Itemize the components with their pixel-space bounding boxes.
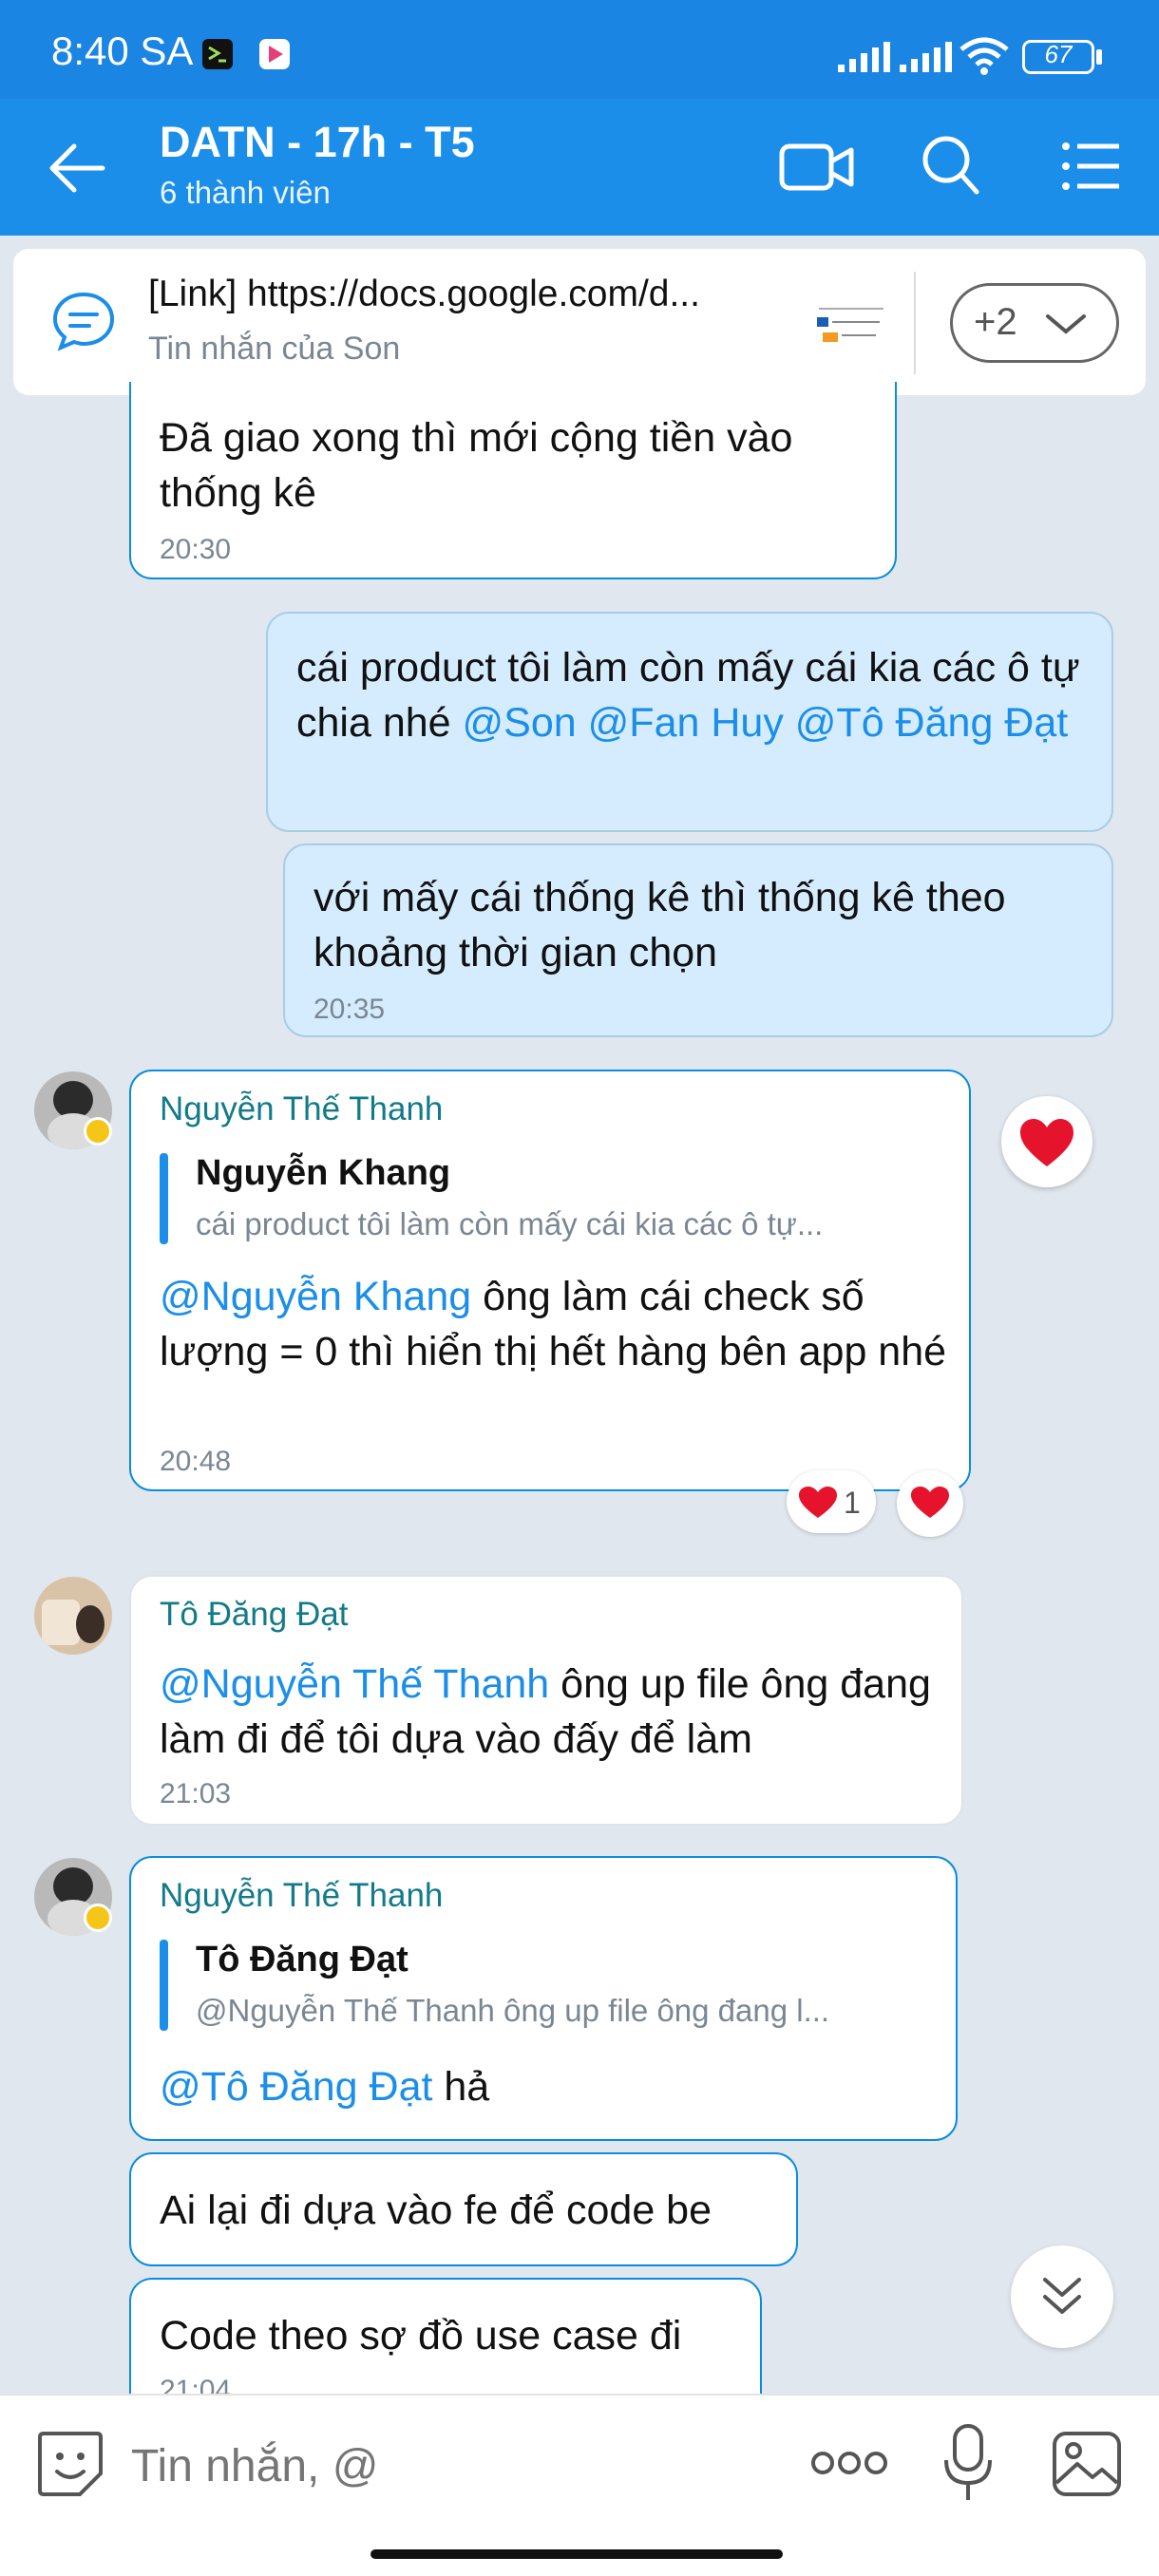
divider [914, 272, 916, 374]
quote-text: cái product tôi làm còn mấy cái kia các … [196, 1206, 824, 1241]
quote-bar [160, 1940, 168, 2031]
message-bubble[interactable]: Nguyễn Thế Thanh Tô Đăng Đạt @Nguyễn Thế… [129, 1856, 958, 2141]
battery-tip [1096, 49, 1102, 65]
mention[interactable]: @Tô Đăng Đạt [795, 700, 1068, 746]
message-text: cái product tôi làm còn mấy cái kia các … [296, 645, 1080, 746]
list-menu-icon[interactable] [1060, 141, 1121, 192]
chat-title[interactable]: DATN - 17h - T5 [160, 118, 475, 167]
sender-name[interactable]: Tô Đăng Đạt [160, 1596, 348, 1634]
chevron-down-icon [1046, 314, 1086, 334]
status-time: 8:40 SA [51, 28, 194, 73]
message-text: @Nguyễn Khang ông làm cái check số lượng… [160, 1274, 947, 1374]
pinned-subtitle: Tin nhắn của Son [148, 331, 401, 367]
message-bubble[interactable]: Tô Đăng Đạt @Nguyễn Thế Thanh ông up fil… [129, 1575, 963, 1826]
image-icon[interactable] [1051, 2430, 1123, 2498]
pinned-message-bar[interactable]: [Link] https://docs.google.com/d... Tin … [13, 249, 1146, 395]
quote-text: @Nguyễn Thế Thanh ông up file ông đang l… [196, 1993, 830, 2028]
reaction-count: 1 [844, 1486, 861, 1520]
message-bubble[interactable]: Ai lại đi dựa vào fe để code be [129, 2152, 798, 2266]
message-text: Ai lại đi dựa vào fe để code be [160, 2188, 712, 2233]
composer-bar [0, 2394, 1159, 2576]
quote-author: Nguyễn Khang [196, 1153, 451, 1193]
wifi-icon [960, 37, 1009, 75]
member-count[interactable]: 6 thành viên [160, 175, 331, 211]
status-bar: 8:40 SA 67 [0, 0, 1159, 99]
mention[interactable]: @Son [463, 700, 577, 746]
double-chevron-down-icon [1043, 2278, 1081, 2314]
app-notification-icon [202, 39, 233, 69]
message-bubble[interactable]: Đã giao xong thì mới cộng tiền vào thống… [129, 382, 897, 579]
link-thumbnail [813, 291, 889, 353]
sender-name[interactable]: Nguyễn Thế Thanh [160, 1877, 443, 1915]
message-text: với mấy cái thống kê thì thống kê theo k… [314, 875, 1006, 975]
sender-name[interactable]: Nguyễn Thế Thanh [160, 1090, 443, 1128]
back-arrow-icon[interactable] [48, 142, 106, 194]
message-time: 21:03 [160, 1778, 232, 1809]
quote-author: Tô Đăng Đạt [196, 1940, 408, 1979]
react-button[interactable] [897, 1470, 963, 1537]
mention[interactable]: @Nguyễn Khang [160, 1274, 471, 1319]
reaction-button[interactable] [1001, 1096, 1092, 1187]
message-bubble[interactable]: Code theo sợ đồ use case đi 21:04 [129, 2278, 762, 2411]
pinned-title: [Link] https://docs.google.com/d... [148, 274, 700, 314]
mention[interactable]: @Nguyễn Thế Thanh [160, 1661, 549, 1707]
more-pinned-button[interactable]: +2 [950, 283, 1119, 363]
message-text: @Tô Đăng Đạt hả [160, 2064, 490, 2110]
scroll-to-bottom-button[interactable] [1011, 2245, 1113, 2348]
home-indicator[interactable] [370, 2549, 783, 2559]
message-time: 20:30 [160, 534, 232, 565]
key-badge-icon [84, 1117, 112, 1146]
search-icon[interactable] [922, 135, 980, 198]
chat-bubble-icon [52, 292, 115, 351]
reaction-summary[interactable]: 1 [787, 1470, 876, 1533]
message-bubble[interactable]: Nguyễn Thế Thanh Nguyễn Khang cái produc… [129, 1070, 971, 1491]
divider [0, 2394, 1159, 2396]
quote-bar [160, 1153, 168, 1244]
message-input[interactable] [129, 2432, 775, 2500]
heart-icon [911, 1487, 949, 1518]
battery-level: 67 [1044, 40, 1073, 68]
more-dots-icon[interactable] [809, 2449, 889, 2477]
avatar[interactable] [34, 1577, 112, 1655]
message-time: 20:48 [160, 1446, 232, 1477]
more-pinned-count: +2 [974, 301, 1017, 343]
message-text: Code theo sợ đồ use case đi [160, 2313, 682, 2358]
message-bubble-mine[interactable]: với mấy cái thống kê thì thống kê theo k… [283, 843, 1113, 1037]
message-text: @Nguyễn Thế Thanh ông up file ông đang l… [160, 1661, 931, 1762]
play-notification-icon [259, 39, 290, 69]
mention[interactable]: @Tô Đăng Đạt [160, 2064, 432, 2110]
mention[interactable]: @Fan Huy [588, 700, 784, 746]
message-bubble-mine[interactable]: cái product tôi làm còn mấy cái kia các … [266, 612, 1113, 832]
heart-icon [799, 1487, 837, 1518]
sticker-icon[interactable] [36, 2430, 104, 2498]
message-time: 20:35 [314, 994, 386, 1025]
signal-icon [900, 42, 952, 72]
signal-icon [838, 42, 890, 72]
video-call-icon[interactable] [779, 137, 855, 198]
heart-icon [1020, 1119, 1074, 1166]
battery-icon: 67 [1022, 40, 1094, 74]
microphone-icon[interactable] [940, 2422, 996, 2504]
key-badge-icon [84, 1904, 112, 1932]
message-text: Đã giao xong thì mới cộng tiền vào thống… [160, 415, 793, 516]
chat-header: DATN - 17h - T5 6 thành viên [0, 99, 1159, 236]
